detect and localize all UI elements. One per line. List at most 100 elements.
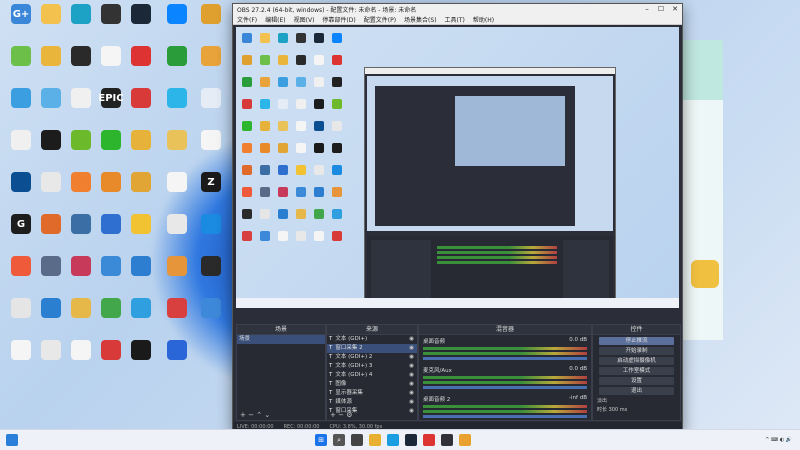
desktop-icon[interactable] <box>64 214 98 236</box>
desktop-icon[interactable] <box>64 88 98 110</box>
visibility-eye-icon[interactable]: ◉ <box>409 389 414 398</box>
edge-icon[interactable] <box>387 434 400 446</box>
search-icon[interactable]: ⌕ <box>333 434 346 446</box>
desktop-icon[interactable] <box>64 298 98 320</box>
desktop-icon[interactable]: G+ <box>4 4 38 26</box>
desktop-icon[interactable] <box>124 256 158 278</box>
menu-view[interactable]: 视图(V) <box>290 15 319 24</box>
desktop-icon[interactable] <box>124 88 158 110</box>
desktop-icon[interactable] <box>160 172 194 194</box>
desktop-icon[interactable] <box>94 298 128 320</box>
desktop-icon[interactable] <box>94 214 128 236</box>
background-app-window[interactable] <box>682 40 723 340</box>
menu-help[interactable]: 帮助(H) <box>469 15 498 24</box>
visibility-eye-icon[interactable]: ◉ <box>409 398 414 407</box>
control-button[interactable]: 停止推流 <box>599 337 674 345</box>
desktop-icon[interactable] <box>94 4 128 26</box>
desktop-icon[interactable] <box>94 256 128 278</box>
desktop-icon[interactable] <box>34 4 68 26</box>
source-item[interactable]: T 文本 (GDI+) 4 ◉ <box>327 371 417 380</box>
move-down-icon[interactable]: ⌄ <box>264 411 270 419</box>
desktop-icon[interactable] <box>160 214 194 236</box>
desktop-icon[interactable] <box>160 88 194 110</box>
desktop-icon[interactable] <box>4 130 38 152</box>
desktop-icon[interactable] <box>64 340 98 362</box>
menu-edit[interactable]: 编辑(E) <box>261 15 289 24</box>
visibility-eye-icon[interactable]: ◉ <box>409 353 414 362</box>
source-item[interactable]: T 文本 (GDI+) 2 ◉ <box>327 353 417 362</box>
desktop-icon[interactable] <box>34 172 68 194</box>
desktop-icon[interactable] <box>64 172 98 194</box>
game-ad-icon[interactable] <box>691 260 719 288</box>
desktop-icon[interactable] <box>194 88 228 110</box>
desktop-icon[interactable] <box>124 130 158 152</box>
desktop-icon[interactable] <box>194 214 228 236</box>
task-view-icon[interactable] <box>351 434 364 446</box>
volume-slider[interactable] <box>423 386 587 389</box>
desktop-icon[interactable] <box>160 340 194 362</box>
desktop-icon[interactable] <box>34 88 68 110</box>
desktop-icon[interactable] <box>94 340 128 362</box>
desktop-icon[interactable]: G <box>4 214 38 236</box>
menu-scene-collection[interactable]: 场景集合(S) <box>400 15 441 24</box>
desktop-icon[interactable] <box>160 298 194 320</box>
preview-canvas[interactable] <box>236 27 679 308</box>
obs-title-bar[interactable]: OBS 27.2.4 (64-bit, windows) - 配置文件: 未命名… <box>233 4 682 14</box>
visibility-eye-icon[interactable]: ◉ <box>409 362 414 371</box>
control-button[interactable]: 退出 <box>599 387 674 395</box>
desktop-icon[interactable] <box>4 46 38 68</box>
desktop-icon[interactable] <box>124 214 158 236</box>
source-item[interactable]: T 显示器采集 ◉ <box>327 389 417 398</box>
desktop-icon[interactable] <box>124 4 158 26</box>
desktop-icon[interactable] <box>160 256 194 278</box>
desktop-icon[interactable] <box>160 130 194 152</box>
desktop-icon[interactable] <box>124 298 158 320</box>
menu-profile[interactable]: 配置文件(P) <box>360 15 400 24</box>
source-item[interactable]: T 图像 ◉ <box>327 380 417 389</box>
desktop-icon[interactable] <box>4 88 38 110</box>
desktop-icon[interactable] <box>64 256 98 278</box>
control-button[interactable]: 设置 <box>599 377 674 385</box>
start-icon[interactable]: ⊞ <box>315 434 328 446</box>
desktop-icon[interactable] <box>124 46 158 68</box>
source-item[interactable]: T 窗口采集 2 ◉ <box>327 344 417 353</box>
control-button[interactable]: 工作室模式 <box>599 367 674 375</box>
desktop-icon[interactable] <box>194 256 228 278</box>
desktop-icon[interactable]: EPIC <box>94 88 128 110</box>
desktop-icon[interactable] <box>94 130 128 152</box>
desktop-icon[interactable] <box>34 46 68 68</box>
desktop-icon[interactable] <box>124 172 158 194</box>
steam-icon[interactable] <box>405 434 418 446</box>
desktop-icon[interactable] <box>34 256 68 278</box>
visibility-eye-icon[interactable]: ◉ <box>409 344 414 353</box>
duration-value[interactable]: 300 ms <box>609 407 628 413</box>
obs-taskbar-icon[interactable] <box>441 434 454 446</box>
remove-source-icon[interactable]: − <box>338 411 344 419</box>
desktop-icon[interactable] <box>160 4 194 26</box>
desktop-icon[interactable] <box>194 46 228 68</box>
system-tray[interactable]: ^ ⌨ ◐ 🔊 <box>765 437 792 443</box>
desktop-icon[interactable] <box>64 46 98 68</box>
control-button[interactable]: 开始录制 <box>599 347 674 355</box>
add-scene-icon[interactable]: + <box>240 411 246 419</box>
move-up-icon[interactable]: ⌃ <box>256 411 262 419</box>
desktop-icon[interactable] <box>94 172 128 194</box>
desktop-icon[interactable] <box>64 130 98 152</box>
desktop-icon[interactable] <box>124 340 158 362</box>
desktop-icon[interactable] <box>160 46 194 68</box>
source-item[interactable]: T 文本 (GDI+) 3 ◉ <box>327 362 417 371</box>
close-icon[interactable]: ✕ <box>668 5 682 13</box>
chrome-icon[interactable] <box>459 434 472 446</box>
menu-tools[interactable]: 工具(T) <box>441 15 469 24</box>
source-settings-icon[interactable]: ⚙ <box>346 411 352 419</box>
desktop-icon[interactable] <box>194 4 228 26</box>
obs-window[interactable]: OBS 27.2.4 (64-bit, windows) - 配置文件: 未命名… <box>232 3 683 432</box>
desktop-icon[interactable] <box>34 130 68 152</box>
minimize-icon[interactable]: – <box>640 5 654 13</box>
source-item[interactable]: T 媒体源 ◉ <box>327 398 417 407</box>
visibility-eye-icon[interactable]: ◉ <box>409 380 414 389</box>
add-source-icon[interactable]: + <box>330 411 336 419</box>
widgets-icon[interactable] <box>6 434 18 446</box>
visibility-eye-icon[interactable]: ◉ <box>409 371 414 380</box>
desktop-icon[interactable] <box>64 4 98 26</box>
